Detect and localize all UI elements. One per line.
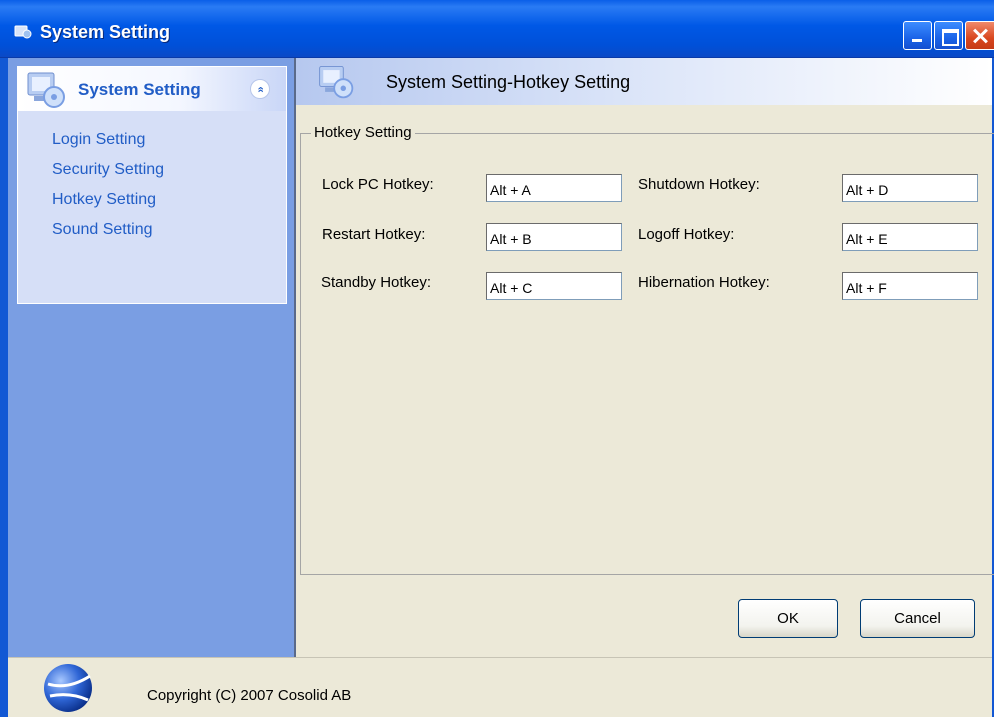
collapse-glyph: « <box>254 85 267 93</box>
hibernation-hotkey-input[interactable]: Alt + F <box>842 272 978 300</box>
cosolid-logo-icon <box>44 664 92 712</box>
lock-pc-hotkey-label: Lock PC Hotkey: <box>322 176 434 193</box>
sidebar-item-login[interactable]: Login Setting <box>52 125 164 155</box>
collapse-icon[interactable]: « <box>250 79 270 99</box>
ok-button[interactable]: OK <box>738 599 838 638</box>
sidebar-panel: System Setting « Login Setting Security … <box>17 66 287 304</box>
minimize-icon[interactable] <box>903 21 932 50</box>
window-title: System Setting <box>40 22 171 42</box>
content-header: System Setting-Hotkey Setting <box>296 58 992 105</box>
title-bar[interactable]: System Setting <box>0 0 994 58</box>
sidebar-header[interactable]: System Setting « <box>18 67 286 111</box>
standby-hotkey-input[interactable]: Alt + C <box>486 272 622 300</box>
sidebar-title: System Setting <box>78 80 201 99</box>
content-title: System Setting-Hotkey Setting <box>386 72 631 92</box>
standby-hotkey-label: Standby Hotkey: <box>321 274 432 291</box>
close-icon[interactable] <box>965 21 994 50</box>
cancel-button[interactable]: Cancel <box>860 599 975 638</box>
hibernation-hotkey-label: Hibernation Hotkey: <box>638 274 770 291</box>
sidebar-item-hotkey[interactable]: Hotkey Setting <box>52 185 164 215</box>
restart-hotkey-label: Restart Hotkey: <box>322 226 426 243</box>
shutdown-hotkey-label: Shutdown Hotkey: <box>638 176 760 193</box>
logoff-hotkey-input[interactable]: Alt + E <box>842 223 978 251</box>
sidebar: System Setting « Login Setting Security … <box>8 58 294 657</box>
content-area: System Setting-Hotkey Setting Hotkey Set… <box>294 58 994 657</box>
groupbox-title: Hotkey Setting <box>311 124 415 141</box>
restart-hotkey-input[interactable]: Alt + B <box>486 223 622 251</box>
sidebar-item-sound[interactable]: Sound Setting <box>52 215 164 245</box>
lock-pc-hotkey-input[interactable]: Alt + A <box>486 174 622 202</box>
app-icon <box>14 25 32 39</box>
logoff-hotkey-label: Logoff Hotkey: <box>638 226 735 243</box>
system-setting-icon <box>27 72 65 108</box>
sidebar-links: Login Setting Security Setting Hotkey Se… <box>52 125 164 245</box>
sidebar-item-security[interactable]: Security Setting <box>52 155 164 185</box>
shutdown-hotkey-input[interactable]: Alt + D <box>842 174 978 202</box>
system-setting-icon <box>319 66 354 99</box>
maximize-icon[interactable] <box>934 21 963 50</box>
footer: Copyright (C) 2007 Cosolid AB <box>8 657 992 717</box>
copyright-text: Copyright (C) 2007 Cosolid AB <box>147 687 352 704</box>
window-frame-left <box>0 58 8 717</box>
